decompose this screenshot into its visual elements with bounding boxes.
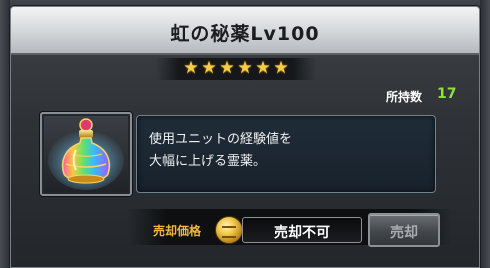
owned-count-label: 所持数 [386,90,423,104]
star-icon: ★ [183,58,199,78]
rainbow-elixir-icon [48,118,124,190]
star-icon: ★ [255,58,271,78]
dialog-title-bar: 虹の秘薬Lv100 [11,7,479,55]
sell-button[interactable]: 売却 [368,213,440,247]
owned-count-value: 17 [437,86,457,102]
star-icon: ★ [201,58,217,78]
sell-price-label: 売却価格 [153,224,202,238]
sell-button-label: 売却 [390,225,418,241]
gold-coin-icon [215,216,243,244]
star-icon: ★ [273,58,289,78]
star-icon: ★ [219,58,235,78]
item-description-box: 使用ユニットの経験値を 大幅に上げる霊薬。 [136,115,436,193]
sell-price-value: 売却不可 [274,225,330,241]
star-icon: ★ [237,58,253,78]
rarity-stars: ★ ★ ★ ★ ★ ★ [156,58,316,80]
description-line: 使用ユニットの経験値を [149,132,293,147]
item-icon-frame [40,112,132,196]
description-line: 大幅に上げる霊薬。 [149,154,267,169]
sell-price-box: 売却不可 [242,217,362,243]
item-title: 虹の秘薬Lv100 [170,23,320,45]
